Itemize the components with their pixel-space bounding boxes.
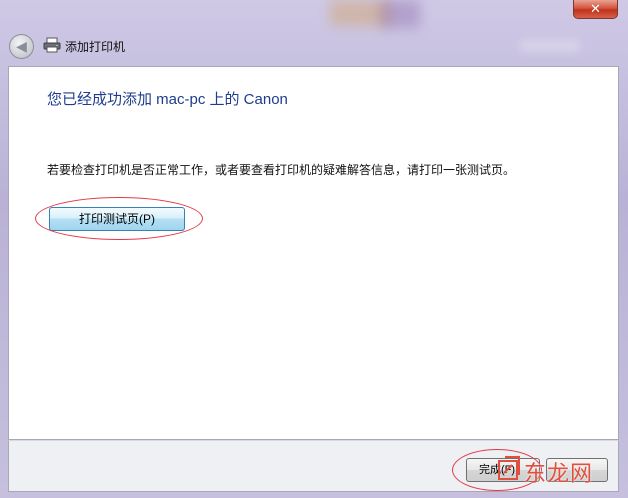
glass-reflection <box>380 0 420 28</box>
glass-reflection <box>520 40 580 52</box>
annotation-circle <box>35 197 203 240</box>
window-frame: ✕ ◀ 添加打印机 您已经成功添加 mac-pc 上的 Canon 若要检查打印… <box>0 0 628 498</box>
wizard-content: 您已经成功添加 mac-pc 上的 Canon 若要检查打印机是否正常工作，或者… <box>8 66 619 440</box>
watermark-text: 东龙网 <box>524 462 594 487</box>
back-button[interactable]: ◀ <box>9 34 34 59</box>
back-arrow-icon: ◀ <box>16 38 27 54</box>
close-icon: ✕ <box>590 1 601 16</box>
description-text: 若要检查打印机是否正常工作，或者要查看打印机的疑难解答信息，请打印一张测试页。 <box>47 163 516 177</box>
page-title: 您已经成功添加 mac-pc 上的 Canon <box>47 91 288 108</box>
close-button[interactable]: ✕ <box>573 0 618 19</box>
window-title: 添加打印机 <box>65 40 126 54</box>
printer-icon <box>43 37 61 53</box>
watermark-logo-icon <box>498 456 520 480</box>
